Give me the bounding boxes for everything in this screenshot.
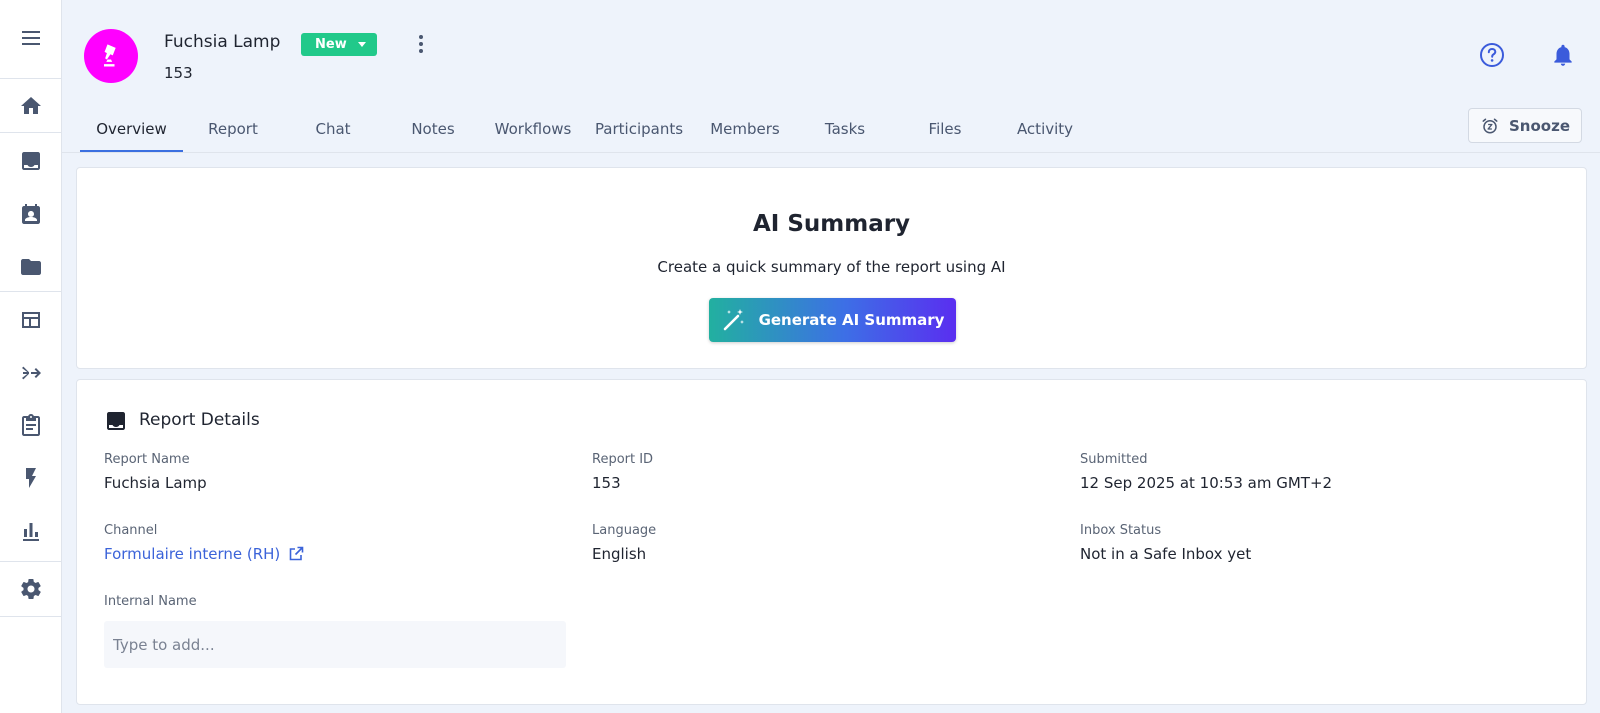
- inbox-icon: [107, 412, 125, 430]
- sidebar-divider: [0, 132, 62, 133]
- generate-ai-summary-label: Generate AI Summary: [758, 311, 945, 329]
- sidebar-item-folder[interactable]: [0, 247, 62, 287]
- lamp-icon: [104, 44, 116, 67]
- tab-divider: [62, 152, 1600, 153]
- report-name-value: Fuchsia Lamp: [104, 474, 207, 492]
- tab-activity[interactable]: Activity: [995, 106, 1095, 152]
- inbox-icon: [22, 152, 40, 170]
- sidebar-divider: [0, 561, 62, 562]
- alarm-clock-icon: [1482, 118, 1498, 133]
- tab-participants[interactable]: Participants: [583, 106, 695, 152]
- report-name-label: Report Name: [104, 452, 190, 467]
- internal-name-label: Internal Name: [104, 594, 197, 609]
- sidebar-item-home[interactable]: [0, 86, 62, 126]
- chevron-down-icon: [358, 42, 366, 47]
- tab-workflows[interactable]: Workflows: [483, 106, 583, 152]
- ai-summary-title: AI Summary: [752, 211, 911, 237]
- snooze-button[interactable]: Snooze: [1468, 108, 1582, 143]
- tab-report[interactable]: Report: [183, 106, 283, 152]
- lightning-icon: [26, 468, 36, 488]
- sidebar-item-clipboard[interactable]: [0, 405, 62, 445]
- sidebar-item-calendar[interactable]: [0, 194, 62, 234]
- merge-arrow-icon: [22, 366, 41, 380]
- tab-members[interactable]: Members: [695, 106, 795, 152]
- language-value: English: [592, 545, 647, 563]
- sidebar-divider: [0, 616, 62, 617]
- internal-name-input[interactable]: [104, 621, 566, 668]
- language-label: Language: [592, 523, 657, 538]
- sidebar-divider: [0, 78, 62, 79]
- bar-chart-icon: [23, 523, 39, 541]
- channel-link[interactable]: Formulaire interne (RH): [104, 545, 304, 563]
- sidebar-item-settings[interactable]: [0, 569, 62, 609]
- channel-label: Channel: [104, 523, 158, 538]
- report-details-title: Report Details: [139, 410, 260, 430]
- help-button[interactable]: [1479, 42, 1505, 68]
- status-badge[interactable]: New: [301, 33, 377, 56]
- kebab-dot: [419, 49, 423, 53]
- report-details-card: Report Details Report Name Fuchsia Lamp …: [76, 379, 1587, 705]
- menu-icon: [22, 31, 40, 45]
- sidebar-item-merge[interactable]: [0, 353, 62, 393]
- submitted-label: Submitted: [1080, 452, 1148, 467]
- more-options-button[interactable]: [409, 30, 433, 58]
- report-id-value: 153: [592, 474, 621, 492]
- sidebar-item-dashboard[interactable]: [0, 300, 62, 340]
- snooze-label: Snooze: [1509, 116, 1570, 135]
- tab-notes[interactable]: Notes: [383, 106, 483, 152]
- magic-wand-icon: [723, 309, 744, 331]
- channel-value: Formulaire interne (RH): [104, 545, 281, 563]
- calendar-user-icon: [22, 204, 40, 224]
- gear-icon: [21, 579, 41, 600]
- help-icon: [1480, 43, 1504, 67]
- page-title: Fuchsia Lamp: [164, 32, 281, 52]
- inbox-status-value: Not in a Safe Inbox yet: [1080, 545, 1252, 563]
- ai-summary-card: AI Summary Create a quick summary of the…: [76, 167, 1587, 369]
- sidebar-item-analytics[interactable]: [0, 511, 62, 551]
- status-badge-label: New: [315, 37, 347, 52]
- kebab-dot: [419, 42, 423, 46]
- home-icon: [21, 97, 41, 114]
- dashboard-icon: [22, 312, 40, 328]
- inbox-status-label: Inbox Status: [1080, 523, 1162, 538]
- tab-overview[interactable]: Overview: [80, 106, 183, 152]
- menu-button[interactable]: [0, 18, 62, 58]
- report-number: 153: [164, 64, 193, 82]
- sidebar-divider: [0, 291, 62, 292]
- kebab-dot: [419, 35, 423, 39]
- clipboard-icon: [22, 414, 40, 436]
- generate-ai-summary-button[interactable]: Generate AI Summary: [709, 298, 956, 342]
- external-link-icon: [289, 546, 304, 561]
- sidebar: [0, 0, 62, 713]
- report-id-label: Report ID: [592, 452, 654, 467]
- tab-chat[interactable]: Chat: [283, 106, 383, 152]
- sidebar-item-automation[interactable]: [0, 458, 62, 498]
- tab-files[interactable]: Files: [895, 106, 995, 152]
- avatar: [84, 29, 138, 83]
- sidebar-item-inbox[interactable]: [0, 141, 62, 181]
- bell-icon: [1554, 44, 1572, 66]
- notifications-button[interactable]: [1550, 42, 1576, 68]
- ai-summary-description: Create a quick summary of the report usi…: [657, 258, 1006, 276]
- submitted-value: 12 Sep 2025 at 10:53 am GMT+2: [1080, 474, 1333, 492]
- tab-tasks[interactable]: Tasks: [795, 106, 895, 152]
- folder-icon: [21, 259, 41, 275]
